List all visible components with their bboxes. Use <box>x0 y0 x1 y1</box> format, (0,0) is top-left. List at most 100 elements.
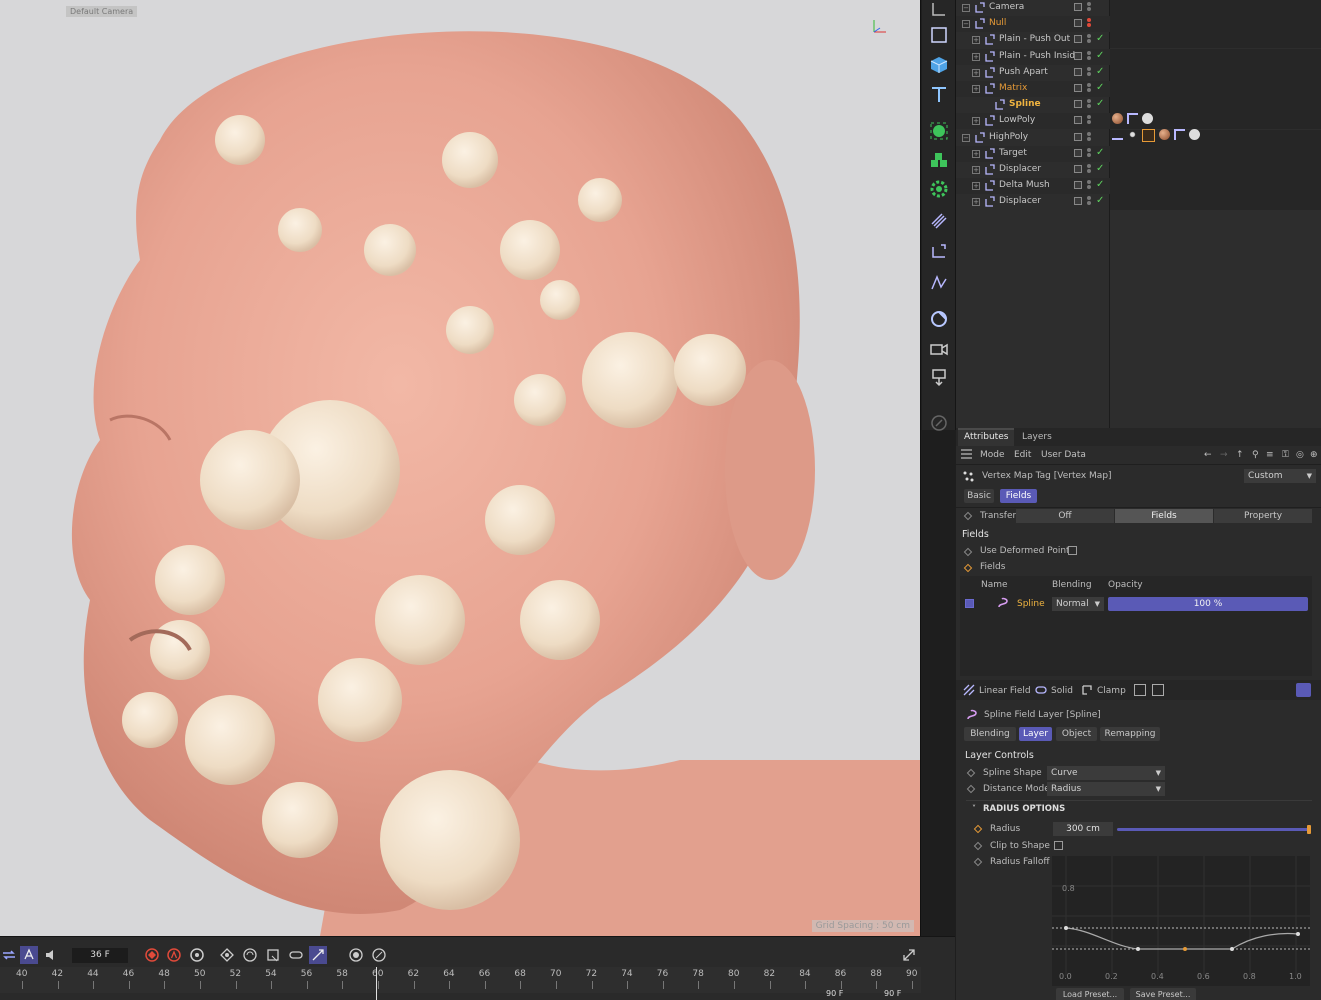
tab-layers[interactable]: Layers <box>1022 432 1052 442</box>
phong-tag-icon-2[interactable] <box>1189 129 1200 140</box>
target-icon[interactable]: ◎ <box>1296 450 1304 460</box>
radius-slider-knob[interactable] <box>1307 825 1311 834</box>
object-name[interactable]: Delta Mush <box>999 180 1050 190</box>
object-row[interactable]: + Matrix ✓ <box>956 81 1321 97</box>
visibility-dots[interactable] <box>1087 66 1091 77</box>
filter-icon[interactable]: ≡ <box>1266 450 1274 460</box>
visibility-dots[interactable] <box>1087 131 1091 142</box>
load-preset-button[interactable]: Load Preset... <box>1056 988 1124 1000</box>
keyframe-settings-icon[interactable] <box>188 946 206 964</box>
object-row[interactable]: + Delta Mush ✓ <box>956 178 1321 195</box>
field-view-toggle-icon[interactable] <box>1296 683 1311 697</box>
object-row[interactable]: + Plain - Push Inside ✓ <box>956 48 1321 65</box>
visibility-dots[interactable] <box>1087 18 1091 28</box>
object-name[interactable]: Camera <box>989 2 1024 12</box>
generator-icon[interactable] <box>928 120 950 142</box>
lock-icon[interactable]: ⚿ <box>1282 450 1289 460</box>
radius-slider[interactable] <box>1117 828 1310 831</box>
visibility-dots[interactable] <box>1087 115 1091 125</box>
spline-icon[interactable] <box>928 272 950 294</box>
visibility-dots[interactable] <box>1087 99 1091 109</box>
spline-shape-animate-icon[interactable] <box>966 768 976 778</box>
edit-toggle[interactable] <box>1074 3 1082 11</box>
clamp-button[interactable]: Clamp <box>1097 686 1126 696</box>
object-row[interactable]: + Push Apart ✓ <box>956 64 1321 81</box>
move-icon[interactable] <box>928 0 950 22</box>
radius-input[interactable]: 300 cm <box>1053 822 1113 836</box>
edit-toggle[interactable] <box>1074 84 1082 92</box>
camera-label[interactable]: Default Camera <box>66 6 138 17</box>
edit-toggle[interactable] <box>1074 116 1082 125</box>
clip-animate-icon[interactable] <box>973 841 983 851</box>
spline-shape-dropdown[interactable]: Curve ▼ <box>1047 766 1165 780</box>
field-row-name[interactable]: Spline <box>1017 599 1045 609</box>
visibility-dots[interactable] <box>1087 83 1091 93</box>
end-frame-a[interactable]: 90 F <box>826 989 843 998</box>
visibility-dots[interactable] <box>1087 147 1091 158</box>
object-name[interactable]: Matrix <box>999 83 1027 93</box>
menu-edit[interactable]: Edit <box>1014 450 1031 460</box>
key-pla-icon[interactable] <box>309 946 327 964</box>
record-icon[interactable] <box>143 946 161 964</box>
solid-button[interactable]: Solid <box>1051 686 1073 696</box>
field-list[interactable]: Name Blending Opacity Spline Normal ▼ 100… <box>960 576 1312 676</box>
fields-animate-icon[interactable] <box>963 563 973 573</box>
column-name[interactable]: Name <box>981 580 1008 590</box>
phong-tag-icon[interactable] <box>1142 113 1153 124</box>
object-row[interactable]: − Null <box>956 16 1321 33</box>
timeline-ruler[interactable]: 40 42 44 46 48 50 52 54 56 58 60 62 64 66 68 70 72 74 76 78… <box>0 967 921 993</box>
radius-options-heading[interactable]: RADIUS OPTIONS <box>983 804 1065 814</box>
expand-toggle-icon[interactable]: − <box>962 20 970 29</box>
timeline-expand-icon[interactable] <box>900 946 918 964</box>
subtab-fields[interactable]: Fields <box>1000 489 1037 503</box>
cube-icon[interactable] <box>928 54 950 76</box>
material-tag-icon[interactable] <box>1112 113 1123 124</box>
expand-toggle-icon[interactable]: + <box>972 68 980 77</box>
expand-toggle-icon[interactable]: + <box>972 117 980 126</box>
loop-icon[interactable] <box>0 946 18 964</box>
new-window-icon[interactable]: ⊕ <box>1310 450 1318 460</box>
radius-falloff-label[interactable]: Radius Falloff <box>990 857 1050 867</box>
visibility-dots[interactable] <box>1087 2 1091 12</box>
linear-field-button[interactable]: Linear Field <box>979 686 1031 696</box>
visibility-dots[interactable] <box>1087 50 1091 61</box>
object-name[interactable]: Spline <box>1009 99 1041 109</box>
rectangle-icon[interactable] <box>928 24 950 46</box>
text-icon[interactable] <box>928 84 950 106</box>
object-row[interactable]: + Plain - Push Out ✓ <box>956 32 1321 49</box>
menu-mode[interactable]: Mode <box>980 450 1005 460</box>
null-icon[interactable] <box>928 240 950 262</box>
edit-toggle[interactable] <box>1074 19 1082 28</box>
sound-icon[interactable] <box>42 946 60 964</box>
preset-dropdown[interactable]: Custom ▼ <box>1244 469 1316 483</box>
deformed-animate-icon[interactable] <box>963 547 973 557</box>
key-scale-icon[interactable] <box>264 946 282 964</box>
selected-vertex-map-tag-icon[interactable] <box>1142 129 1155 142</box>
linear-field-icon[interactable] <box>963 684 975 699</box>
playhead[interactable] <box>376 967 377 1000</box>
layer-tab-object[interactable]: Object <box>1056 727 1097 741</box>
enabled-check-icon[interactable]: ✓ <box>1096 66 1104 77</box>
clamp-icon[interactable] <box>1081 684 1093 699</box>
edit-toggle[interactable] <box>1074 100 1082 109</box>
object-name[interactable]: Null <box>989 18 1006 28</box>
key-parameter-icon[interactable] <box>287 946 305 964</box>
subtab-basic[interactable]: Basic <box>964 489 994 503</box>
use-deformed-checkbox[interactable] <box>1068 546 1077 555</box>
weight-tag-icon[interactable] <box>1112 129 1123 140</box>
visibility-dots[interactable] <box>1087 196 1091 206</box>
expand-toggle-icon[interactable]: + <box>972 85 980 93</box>
vertex-map-tag-icon[interactable] <box>1127 113 1138 124</box>
auto-record-icon[interactable] <box>165 946 183 964</box>
enabled-check-icon[interactable]: ✓ <box>1096 33 1104 44</box>
expand-toggle-icon[interactable]: + <box>972 36 980 45</box>
visibility-dots[interactable] <box>1087 180 1091 190</box>
object-name[interactable]: HighPoly <box>989 132 1028 142</box>
column-blending[interactable]: Blending <box>1052 580 1092 590</box>
forward-arrow-icon[interactable]: → <box>1220 450 1228 460</box>
transfer-off[interactable]: Off <box>1016 509 1114 523</box>
field-enable-checkbox[interactable] <box>965 599 974 608</box>
field-opacity-bar[interactable]: 100 % <box>1108 597 1308 611</box>
deformer-icon[interactable] <box>928 210 950 232</box>
back-arrow-icon[interactable]: ← <box>1204 450 1212 460</box>
